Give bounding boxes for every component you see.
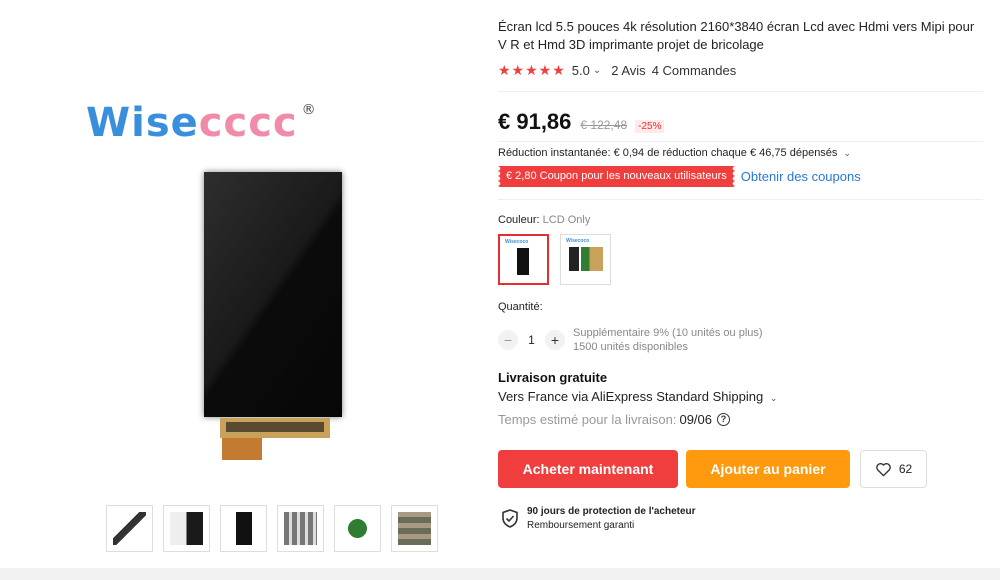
stock-available: 1500 unités disponibles — [573, 341, 688, 353]
main-product-image[interactable] — [200, 170, 345, 460]
thumbnail-strip — [106, 505, 438, 552]
original-price: € 122,48 — [580, 118, 628, 132]
divider — [498, 199, 983, 200]
selected-color: LCD Only — [542, 214, 591, 226]
thumbnail-4[interactable] — [277, 505, 324, 552]
swatch-lcd-with-board[interactable]: Wisecoco — [560, 234, 611, 285]
rating-value[interactable]: 5.0 — [572, 63, 590, 78]
coupon-row: € 2,80 Coupon pour les nouveaux utilisat… — [498, 166, 861, 187]
pcb-strip — [220, 418, 330, 438]
quantity-label: Quantité: — [498, 301, 543, 313]
product-gallery: Wisecccc ® — [0, 0, 480, 580]
instant-reduction[interactable]: Réduction instantanée: € 0,94 de réducti… — [498, 147, 851, 159]
discount-badge: -25% — [635, 120, 665, 133]
rating-row: ★★★★★ 5.0 ⌄ 2 Avis 4 Commandes — [498, 62, 736, 79]
price-row: € 91,86 € 122,48 -25% — [498, 109, 665, 135]
divider — [498, 91, 983, 92]
wishlist-button[interactable]: 62 — [860, 450, 927, 488]
flex-cable — [222, 438, 262, 460]
thumbnail-2[interactable] — [163, 505, 210, 552]
current-price: € 91,86 — [498, 109, 572, 134]
protection-subtitle: Remboursement garanti — [527, 520, 635, 531]
reviews-link[interactable]: 2 Avis — [611, 63, 645, 78]
footer-bar — [0, 568, 1000, 580]
bulk-discount: Supplémentaire 9% (10 unités ou plus) — [573, 327, 763, 339]
delivery-estimate: Temps estimé pour la livraison: 09/06 ? — [498, 412, 731, 427]
thumbnail-5[interactable] — [334, 505, 381, 552]
quantity-value[interactable]: 1 — [518, 333, 545, 347]
buy-now-button[interactable]: Acheter maintenant — [498, 450, 678, 488]
quantity-stepper: − 1 + Supplémentaire 9% (10 unités ou pl… — [498, 326, 763, 354]
delivery-date: 09/06 — [679, 412, 713, 427]
shipping-title: Livraison gratuite — [498, 370, 608, 385]
help-icon[interactable]: ? — [717, 413, 731, 426]
shield-check-icon — [502, 509, 518, 528]
swatch-lcd-only[interactable]: Wisecoco — [498, 234, 549, 285]
protection-title: 90 jours de protection de l'acheteur — [527, 506, 696, 517]
buyer-protection: 90 jours de protection de l'acheteur Rem… — [502, 505, 696, 533]
chevron-down-icon[interactable]: ⌄ — [770, 393, 778, 403]
divider — [498, 141, 983, 142]
increment-button[interactable]: + — [545, 330, 565, 350]
get-coupons-link[interactable]: Obtenir des coupons — [741, 169, 861, 184]
color-swatches: Wisecoco Wisecoco — [498, 234, 611, 285]
quantity-info: Supplémentaire 9% (10 unités ou plus) 15… — [573, 326, 763, 354]
add-to-cart-button[interactable]: Ajouter au panier — [686, 450, 850, 488]
thumbnail-6[interactable] — [391, 505, 438, 552]
wishlist-count: 62 — [898, 462, 913, 476]
star-icon: ★★★★★ — [498, 62, 566, 78]
chevron-down-icon[interactable]: ⌄ — [844, 148, 852, 158]
shipping-method[interactable]: Vers France via AliExpress Standard Ship… — [498, 389, 777, 404]
thumbnail-3[interactable] — [220, 505, 267, 552]
heart-icon — [875, 462, 891, 476]
color-label: Couleur: LCD Only — [498, 214, 591, 226]
reduction-text: Réduction instantanée: € 0,94 de réducti… — [498, 147, 838, 159]
new-user-coupon: € 2,80 Coupon pour les nouveaux utilisat… — [498, 166, 735, 187]
product-title: Écran lcd 5.5 pouces 4k résolution 2160*… — [498, 19, 975, 52]
lcd-screen-image — [204, 172, 342, 417]
chevron-down-icon[interactable]: ⌄ — [593, 65, 601, 76]
action-buttons: Acheter maintenant Ajouter au panier 62 — [498, 450, 927, 488]
orders-count: 4 Commandes — [651, 63, 737, 78]
brand-logo: Wisecccc ® — [86, 100, 317, 146]
decrement-button[interactable]: − — [498, 330, 518, 350]
thumbnail-1[interactable] — [106, 505, 153, 552]
